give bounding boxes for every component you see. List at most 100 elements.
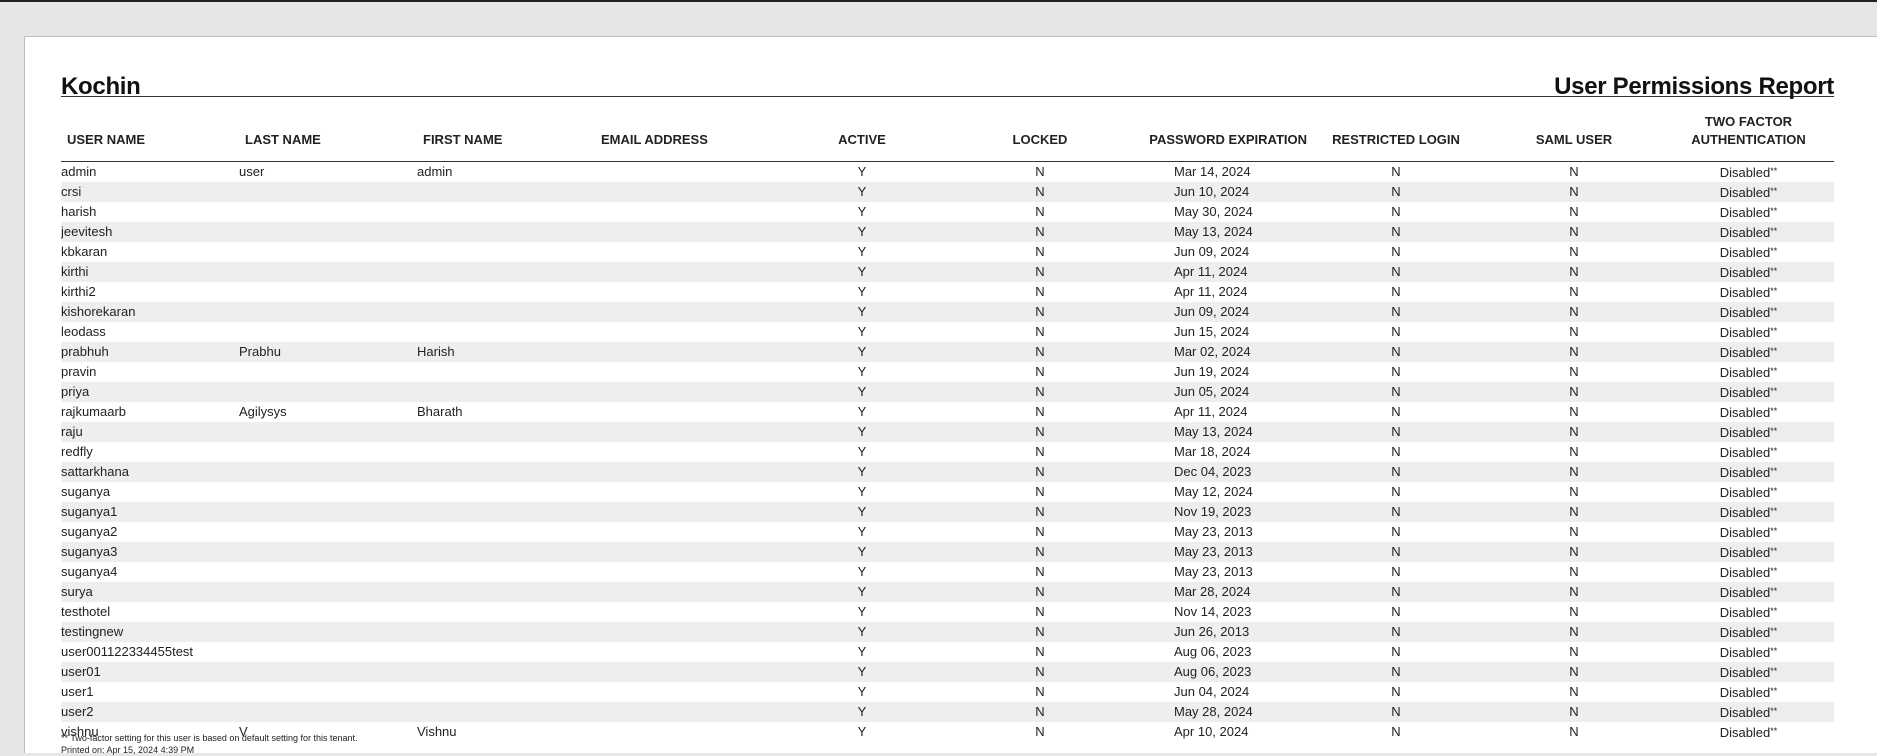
two-factor-value: Disabled — [1719, 564, 1771, 580]
cell-email-address — [595, 602, 773, 622]
cell-restricted-login: N — [1391, 244, 1401, 259]
table-row: prabhuh Prabhu Harish Y N Mar 02, 2024 N N Disab… — [61, 341, 1834, 362]
cell-saml-user: N — [1569, 204, 1579, 219]
header-row: USER NAME LAST NAME FIRST NAME EMAIL ADD… — [61, 107, 1834, 162]
footnote-marker: ** — [1770, 585, 1778, 596]
cell-first-name — [417, 522, 595, 542]
two-factor-value: Disabled — [1719, 464, 1771, 480]
cell-email-address — [595, 301, 773, 322]
cell-saml-user: N — [1569, 164, 1579, 179]
cell-saml-user: N — [1569, 284, 1579, 299]
footnote-marker: ** — [1770, 625, 1778, 636]
footnote-marker: ** — [1770, 265, 1778, 276]
cell-password-expiration: Jun 26, 2013 — [1129, 621, 1307, 642]
cell-locked: N — [1035, 564, 1045, 579]
cell-restricted-login: N — [1307, 541, 1485, 562]
header-first-name: FIRST NAME — [417, 107, 595, 162]
two-factor-value: Disabled — [1719, 624, 1771, 640]
cell-user-name: kirthi2 — [61, 284, 96, 299]
table-row: suganya3 Y N May 23, 2013 N N Disabled** — [61, 541, 1834, 562]
cell-restricted-login: N — [1391, 724, 1401, 739]
cell-password-expiration: Jun 09, 2024 — [1129, 301, 1307, 322]
cell-email-address — [595, 221, 773, 242]
cell-password-expiration: Jun 10, 2024 — [1129, 181, 1307, 202]
cell-saml-user: N — [1569, 564, 1579, 579]
cell-saml-user: N — [1485, 661, 1663, 682]
two-factor-value: Disabled — [1719, 664, 1771, 680]
cell-active: Y — [773, 621, 951, 642]
cell-first-name — [417, 682, 595, 702]
table-row: kirthi2 Y N Apr 11, 2024 N N Disabled** — [61, 282, 1834, 302]
cell-first-name — [417, 642, 595, 662]
cell-locked: N — [1035, 604, 1045, 619]
cell-restricted-login: N — [1307, 301, 1485, 322]
footnote-marker: ** — [1770, 605, 1778, 616]
cell-saml-user: N — [1569, 484, 1579, 499]
cell-restricted-login: N — [1307, 181, 1485, 202]
table-row: suganya1 Y N Nov 19, 2023 N N Disabled** — [61, 501, 1834, 522]
report-header: Kochin User Permissions Report — [61, 55, 1834, 100]
cell-user-name: harish — [61, 204, 97, 219]
cell-active: Y — [857, 644, 867, 659]
cell-password-expiration: Dec 04, 2023 — [1129, 461, 1307, 482]
cell-locked: N — [1035, 524, 1045, 539]
cell-locked: N — [951, 541, 1129, 562]
cell-locked: N — [1035, 444, 1045, 459]
cell-restricted-login: N — [1307, 261, 1485, 282]
two-factor-value: Disabled — [1719, 544, 1771, 560]
two-factor-value: Disabled — [1719, 244, 1771, 260]
cell-first-name — [417, 282, 595, 302]
cell-restricted-login: N — [1307, 341, 1485, 362]
cell-saml-user: N — [1569, 684, 1579, 699]
cell-active: Y — [857, 284, 867, 299]
cell-user-name: suganya — [61, 484, 111, 499]
cell-last-name — [239, 562, 417, 582]
cell-active: Y — [773, 461, 951, 482]
cell-last-name — [239, 242, 417, 262]
cell-last-name — [239, 701, 417, 722]
cell-first-name: Bharath — [417, 404, 463, 419]
cell-two-factor-authentication: Disabled** — [1663, 701, 1834, 722]
cell-password-expiration: May 30, 2024 — [1174, 204, 1253, 219]
cell-last-name — [239, 482, 417, 502]
header-restricted-login: RESTRICTED LOGIN — [1307, 107, 1485, 162]
cell-two-factor-authentication: Disabled** — [1663, 202, 1834, 222]
two-factor-value: Disabled — [1719, 584, 1771, 600]
cell-two-factor-authentication: Disabled** — [1663, 501, 1834, 522]
cell-active: Y — [773, 341, 951, 362]
cell-active: Y — [857, 404, 867, 419]
cell-active: Y — [773, 301, 951, 322]
table-row: user1 Y N Jun 04, 2024 N N Disabled** — [61, 682, 1834, 702]
footnote-marker: ** — [1770, 205, 1778, 216]
cell-saml-user: N — [1485, 181, 1663, 202]
header-user-name: USER NAME — [61, 107, 239, 162]
cell-locked: N — [951, 621, 1129, 642]
two-factor-value: Disabled — [1719, 424, 1771, 440]
cell-active: Y — [773, 701, 951, 722]
footnote-marker: ** — [1770, 385, 1778, 396]
cell-two-factor-authentication: Disabled** — [1663, 602, 1834, 622]
permissions-table: USER NAME LAST NAME FIRST NAME EMAIL ADD… — [61, 107, 1834, 742]
footnote-marker: ** — [1770, 685, 1778, 696]
cell-email-address — [595, 341, 773, 362]
cell-first-name: admin — [417, 164, 453, 179]
table-row: suganya2 Y N May 23, 2013 N N Disabled** — [61, 522, 1834, 542]
cell-email-address — [595, 581, 773, 602]
cell-locked: N — [951, 181, 1129, 202]
cell-active: Y — [857, 204, 867, 219]
cell-password-expiration: Jun 09, 2024 — [1174, 244, 1250, 259]
cell-email-address — [595, 501, 773, 522]
cell-user-name: pravin — [61, 364, 97, 379]
header-saml-user: SAML USER — [1485, 107, 1663, 162]
two-factor-value: Disabled — [1719, 344, 1771, 360]
cell-restricted-login: N — [1391, 204, 1401, 219]
table-row: priya Y N Jun 05, 2024 N N Disabled** — [61, 381, 1834, 402]
cell-two-factor-authentication: Disabled** — [1663, 181, 1834, 202]
cell-email-address — [595, 282, 773, 302]
cell-two-factor-authentication: Disabled** — [1663, 722, 1834, 742]
cell-password-expiration: Mar 28, 2024 — [1129, 581, 1307, 602]
cell-email-address — [595, 322, 773, 342]
cell-user-name: rajkumaarb — [61, 404, 127, 419]
cell-password-expiration: Apr 11, 2024 — [1174, 404, 1248, 419]
cell-first-name — [417, 362, 595, 382]
